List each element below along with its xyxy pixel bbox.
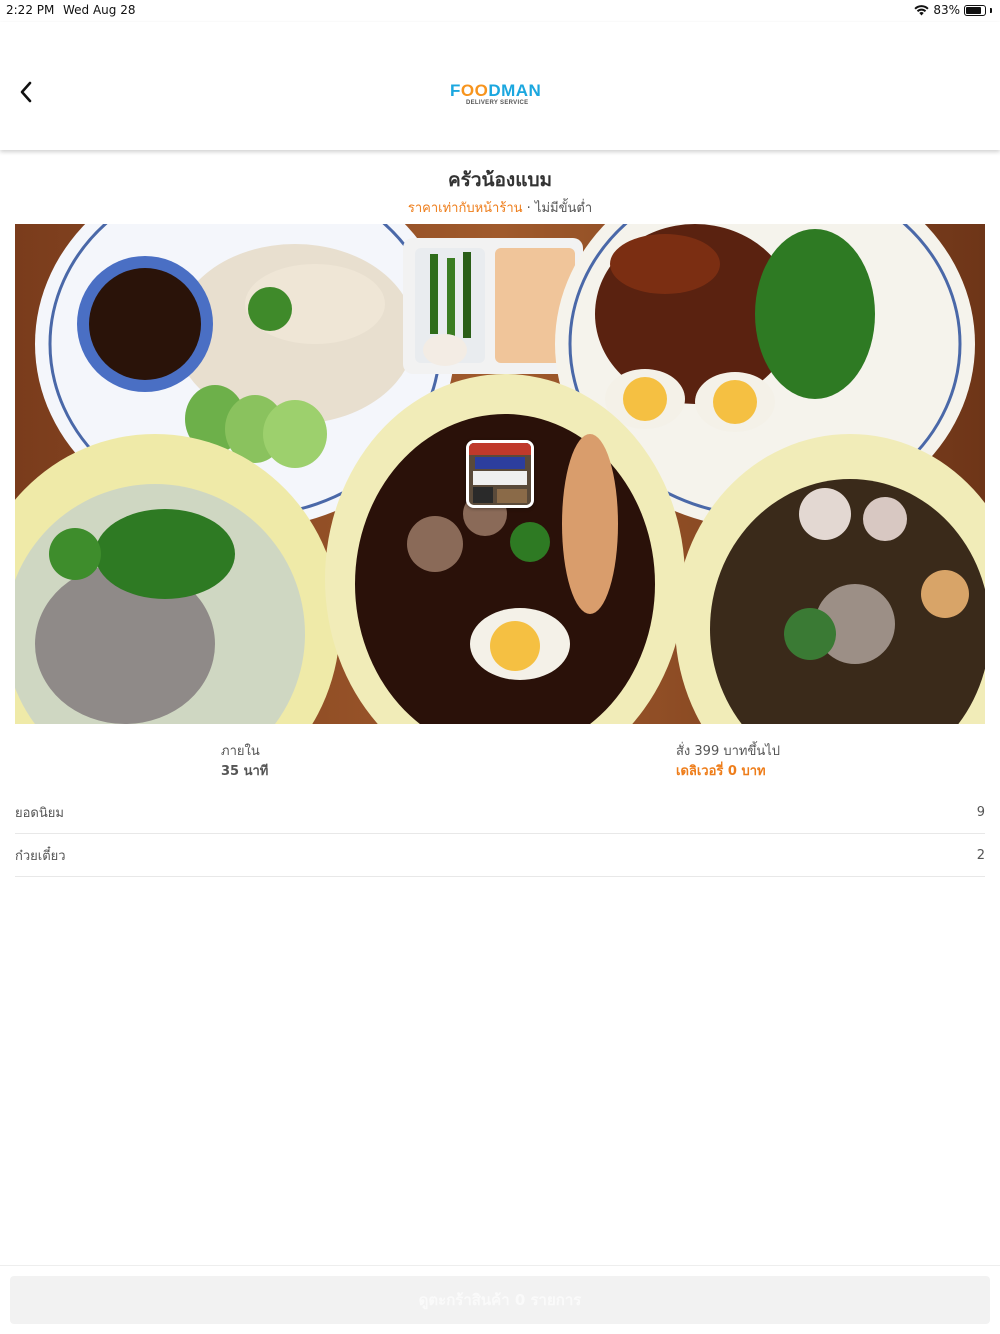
- category-row-popular[interactable]: ยอดนิยม 9: [15, 791, 985, 834]
- logo-letters-dman: DMAN: [488, 81, 542, 100]
- free-delivery-condition: สั่ง 399 บาทขึ้นไป: [676, 744, 781, 759]
- wifi-icon: [914, 4, 929, 15]
- logo-tagline: DELIVERY SERVICE: [466, 100, 529, 106]
- view-cart-button[interactable]: ดูตะกร้าสินค้า 0 รายการ: [10, 1276, 990, 1324]
- category-count: 2: [976, 847, 985, 863]
- category-label: ยอดนิยม: [15, 805, 64, 821]
- category-row-noodles[interactable]: ก๋วยเตี๋ยว 2: [15, 834, 985, 877]
- logo-letters-oo: OO: [460, 81, 489, 100]
- delivery-fee-value: เดลิเวอรี่ 0 บาท: [676, 764, 766, 779]
- subline-separator: ·: [522, 201, 535, 216]
- status-bar: 2:22 PM Wed Aug 28 83%: [0, 0, 1000, 22]
- category-label: ก๋วยเตี๋ยว: [15, 848, 66, 864]
- price-note: ราคาเท่ากับหน้าร้าน: [407, 201, 523, 216]
- logo-letter-f: F: [450, 81, 461, 100]
- delivery-time-label: ภายใน: [221, 744, 260, 759]
- battery-icon: [964, 4, 986, 16]
- status-time: 2:22 PM: [6, 3, 55, 17]
- view-cart-label: ดูตะกร้าสินค้า 0 รายการ: [418, 1291, 582, 1309]
- store-thumbnail: [466, 440, 534, 508]
- battery-level: [966, 6, 981, 14]
- status-date: Wed Aug 28: [63, 3, 136, 17]
- foodman-logo: FOODMAN DELIVERY SERVICE: [450, 81, 542, 108]
- battery-tip: [990, 7, 992, 13]
- logo-wordmark: FOODMAN: [450, 81, 542, 100]
- store-name: ครัวน้องแบม: [447, 169, 553, 191]
- category-count: 9: [976, 804, 985, 820]
- minimum-note: ไม่มีขั้นต่ำ: [534, 201, 593, 216]
- store-front-image: [469, 443, 531, 505]
- category-list: ยอดนิยม 9 ก๋วยเตี๋ยว 2: [15, 791, 985, 877]
- delivery-time-value: 35 นาที: [221, 764, 269, 779]
- chevron-left-icon: [20, 81, 32, 103]
- battery-percent: 83%: [933, 3, 960, 17]
- bottom-divider: [0, 1265, 1000, 1266]
- store-subline: ราคาเท่ากับหน้าร้าน · ไม่มีขั้นต่ำ: [0, 197, 1000, 218]
- nav-bar: FOODMAN DELIVERY SERVICE: [0, 22, 1000, 150]
- status-indicators: 83%: [914, 3, 992, 17]
- back-button[interactable]: [12, 77, 40, 107]
